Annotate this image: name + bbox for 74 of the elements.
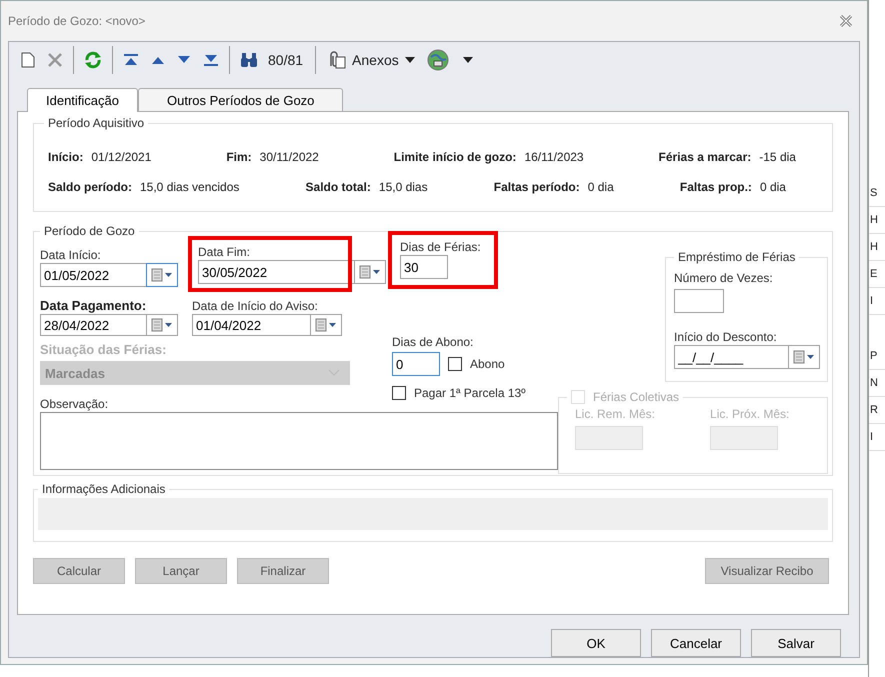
- group-title: Informações Adicionais: [41, 482, 166, 496]
- group-title: Empréstimo de Férias: [677, 250, 796, 264]
- field-label: Dias de Férias:: [400, 239, 482, 255]
- calendar-dropdown-button[interactable]: [354, 260, 386, 284]
- field-value: 15,0 dias vencidos: [140, 180, 240, 194]
- calendar-dropdown-button[interactable]: [146, 263, 178, 287]
- background-text: I: [869, 424, 885, 451]
- window-title: Período de Gozo: <novo>: [8, 14, 146, 28]
- close-button[interactable]: [838, 13, 854, 29]
- calendar-icon: [151, 318, 173, 332]
- field-label: Limite início de gozo:: [394, 150, 516, 164]
- date-input[interactable]: 28/04/2022: [40, 314, 146, 336]
- calendar-icon: [793, 350, 815, 364]
- field-value: 0 dia: [760, 180, 786, 194]
- background-text: R: [869, 397, 885, 424]
- number-field[interactable]: [674, 289, 724, 313]
- globe-icon: [426, 49, 449, 71]
- field-value: 01/12/2021: [91, 150, 152, 164]
- field-value: 15,0 dias: [378, 180, 428, 194]
- calendar-icon: [151, 268, 173, 282]
- calendar-dropdown-button[interactable]: [788, 345, 820, 369]
- checkbox[interactable]: Abono: [448, 357, 505, 371]
- field-value: 16/11/2023: [524, 150, 584, 164]
- calendar-icon: [359, 265, 381, 279]
- field-label: Lic. Próx. Mês:: [710, 406, 790, 422]
- field-label: Data Fim:: [198, 244, 252, 260]
- text-area[interactable]: [40, 412, 558, 470]
- background-text: P: [869, 343, 885, 370]
- background-text: S: [869, 180, 885, 207]
- calendar-dropdown-button[interactable]: [310, 314, 342, 336]
- calendar-dropdown-button[interactable]: [146, 314, 178, 336]
- tab[interactable]: Outros Períodos de Gozo: [138, 88, 344, 111]
- field-label: Situação das Férias:: [40, 342, 168, 358]
- date-input[interactable]: 01/04/2022: [192, 314, 310, 336]
- field-label: Saldo período:: [48, 180, 132, 194]
- caret-icon: [404, 57, 415, 63]
- background-text: I: [869, 288, 885, 315]
- date-input[interactable]: __/__/____: [674, 345, 788, 369]
- background-text: E: [869, 261, 885, 288]
- date-input[interactable]: 30/05/2022: [198, 260, 354, 284]
- date-input[interactable]: 01/05/2022: [40, 263, 146, 287]
- number-field[interactable]: 30: [400, 255, 448, 279]
- background-text: N: [869, 370, 885, 397]
- checkbox[interactable]: Pagar 1ª Parcela 13º: [392, 386, 558, 400]
- field-label: Data Pagamento:: [40, 298, 148, 314]
- field-label: Dias de Abono:: [392, 334, 474, 350]
- background-text: H: [869, 207, 885, 234]
- field-label: Férias a marcar:: [658, 150, 752, 164]
- group-title: Período Aquisitivo: [47, 116, 146, 130]
- field-value: 30/11/2022: [260, 150, 319, 164]
- field-label: Número de Vezes:: [674, 270, 773, 286]
- caret-icon: [462, 57, 473, 63]
- field-label: Data Início:: [40, 247, 102, 263]
- field-label: Faltas período:: [494, 180, 580, 194]
- field-label: Início do Desconto:: [674, 329, 777, 345]
- field-label: Lic. Rem. Mês:: [575, 406, 656, 422]
- field-value: -15 dia: [759, 150, 796, 164]
- field-label: Observação:: [40, 396, 110, 412]
- attachments-button[interactable]: Anexos: [322, 49, 419, 71]
- record-counter: 80/81: [268, 52, 304, 68]
- calendar-icon: [315, 318, 337, 332]
- background-text: H: [869, 234, 885, 261]
- field-value: 0 dia: [588, 180, 614, 194]
- field-label: Início:: [48, 150, 84, 164]
- group-title: Período de Gozo: [43, 224, 136, 238]
- field-label: Fim:: [226, 150, 252, 164]
- dialog-button[interactable]: Cancelar: [651, 629, 741, 657]
- number-field[interactable]: 0: [392, 352, 440, 376]
- field-label: Faltas prop.:: [680, 180, 752, 194]
- field-label: Saldo total:: [306, 180, 371, 194]
- dialog-button[interactable]: Salvar: [751, 629, 841, 657]
- field-label: Data de Início do Aviso:: [192, 298, 319, 314]
- tab[interactable]: Identificação: [27, 88, 138, 112]
- dialog-button[interactable]: OK: [551, 629, 641, 657]
